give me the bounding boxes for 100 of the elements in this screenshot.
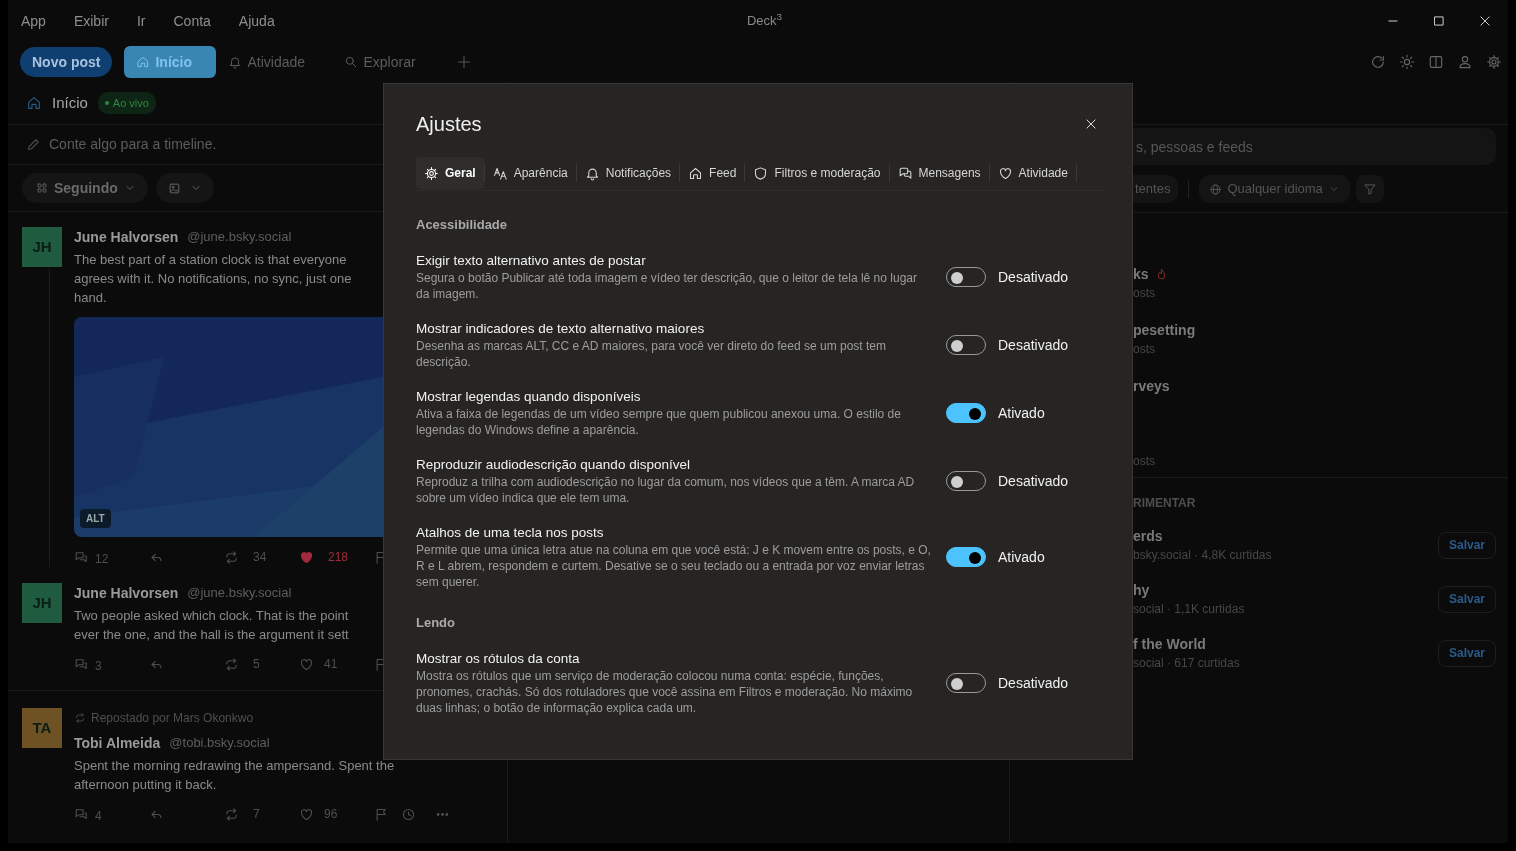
alt-badge[interactable]: ALT [80,509,111,528]
toggle-state-label: Desativado [998,673,1069,693]
heart-icon[interactable] [299,806,314,822]
live-badge: Ao vivo [97,91,156,115]
like-count: 41 [324,656,338,673]
settings-tab[interactable]: Atividade [989,157,1076,189]
toggle-state-label: Ativado [998,547,1045,567]
like-count: 96 [324,806,338,823]
settings-tab[interactable]: Notificações [576,157,680,189]
trend-title[interactable]: ks [1133,264,1149,284]
feed-meta: social · 1,1K curtidas [1133,601,1245,618]
sun-icon[interactable] [1398,54,1415,70]
trend-meta: osts [1133,341,1156,358]
menu-item[interactable]: Ir [136,10,146,32]
plus-icon[interactable] [456,54,473,70]
globe-icon [1209,182,1223,196]
settings-tab[interactable]: Mensagens [889,157,989,189]
font-size-icon [492,165,508,181]
menu-item[interactable]: App [21,10,46,32]
bell-icon [584,165,600,181]
avatar: JH [22,583,62,623]
save-button[interactable]: Salvar [1438,531,1496,559]
image-icon [167,181,181,195]
refresh-icon[interactable] [1369,54,1386,70]
comment-icon[interactable] [74,806,89,822]
language-dropdown[interactable]: Qualquer idioma [1199,175,1350,203]
flag-icon[interactable] [374,806,389,822]
home-icon [688,165,704,181]
author-handle: @june.bsky.social [187,584,292,603]
repost-count: 34 [253,549,267,566]
maximize-icon [1432,14,1446,28]
search-field[interactable]: s, pessoas e feeds [1133,128,1496,165]
new-post-button[interactable]: Novo post [20,47,113,77]
repost-count: 5 [253,656,260,673]
repost-count: 7 [253,806,260,823]
home-icon [26,95,42,111]
save-button[interactable]: Salvar [1438,585,1496,613]
filter-chip[interactable]: tentes [1133,175,1179,203]
toggle-switch[interactable] [946,547,986,567]
setting-description: Permite que uma única letra atue na coluna em que você está: J e K movem entre os posts, e O, R e L abrem, respondem e curtem. Desative se o seu teclado ou a entrada por voz enviar letras sem querer. [416,542,932,590]
nav-tab[interactable]: Explorar [332,46,449,78]
columns-icon[interactable] [1427,54,1444,70]
repost-icon[interactable] [224,806,239,822]
feed-title[interactable]: f the World [1133,634,1240,654]
search-icon [344,55,359,69]
author-name: Tobi Almeida [74,733,161,753]
close-icon [1478,14,1492,28]
post-text: The best part of a station clock is that everyone agrees with it. No notifications, no sync, just one hand. [74,251,352,307]
feed-title[interactable]: hy [1133,580,1245,600]
setting-title: Atalhos de uma tecla nos posts [416,524,605,542]
heart-icon[interactable] [299,656,314,672]
nav-tab[interactable]: Atividade [216,46,333,78]
settings-tab[interactable]: Geral [416,157,484,189]
filter-button[interactable] [1355,175,1384,203]
setting-description: Ativa a faixa de legendas de um vídeo sempre que quem publicou anexou uma. O estilo de legendas do Windows define a aparência. [416,406,902,438]
menu-item[interactable]: Exibir [73,10,109,32]
section-heading: Acessibilidade [416,216,509,234]
setting-title: Mostrar os rótulos da conta [416,650,581,668]
comment-icon[interactable] [74,549,89,565]
save-button[interactable]: Salvar [1438,639,1496,667]
composer-field[interactable]: Conte algo para a timeline. [47,133,347,156]
menu-item[interactable]: Conta [173,10,211,32]
feed-title[interactable]: erds [1133,526,1272,546]
repost-icon[interactable] [224,549,239,565]
clock-icon[interactable] [401,806,416,822]
trend-title[interactable]: rveys [1133,376,1170,396]
setting-title: Mostrar legendas quando disponíveis [416,388,642,406]
repost-icon[interactable] [224,656,239,672]
home-icon [136,55,151,69]
setting-title: Mostrar indicadores de texto alternativo maiores [416,320,706,338]
feed-meta: bsky.social · 4,8K curtidas [1133,547,1272,564]
feed-filter-button[interactable]: Seguindo [22,173,148,203]
media-filter-button[interactable] [155,173,214,203]
avatar: JH [22,227,62,267]
menu-item[interactable]: Ajuda [238,10,275,32]
settings-tab[interactable]: Filtros e moderação [745,157,889,189]
filter-icon [1362,182,1377,196]
trend-title[interactable]: pesetting [1133,320,1196,340]
heart-icon[interactable] [299,549,314,565]
setting-description: Segura o botão Publicar até toda imagem e vídeo ter descrição, que o leitor de tela lê no lugar da imagem. [416,270,918,302]
comment-icon[interactable] [74,656,89,672]
toggle-switch[interactable] [946,403,986,423]
heart-icon [997,165,1013,181]
repost-label: Repostado por Mars Okonkwo [91,710,254,727]
reply-count: 12 [95,550,109,568]
toggle-state-label: Desativado [998,267,1069,287]
column-title: Início [52,92,88,113]
grid-icon [36,182,48,194]
section-heading: RIMENTAR [1133,495,1197,512]
like-count: 218 [328,549,349,566]
trend-meta: osts [1133,453,1156,470]
dialog-title: Ajustes [416,112,482,137]
settings-icon[interactable] [1485,54,1502,70]
settings-tab[interactable]: Aparência [484,157,576,189]
setting-description: Mostra os rótulos que um serviço de moderação colocou numa conta: espécie, funções, pronomes, crachás. Só dos rotuladores que você assina em Filtros e moderação. No máximo duas linhas; o botão de informação explica cada um. [416,668,914,716]
setting-description: Reproduz a trilha com audiodescrição no lugar da comum, nos vídeos que a têm. A marca AD sobre um vídeo indica que ele tem uma. [416,474,916,506]
person-icon[interactable] [1456,54,1473,70]
settings-tab[interactable]: Feed [680,157,745,189]
repost-icon [74,712,86,724]
reply-count: 4 [95,807,102,825]
